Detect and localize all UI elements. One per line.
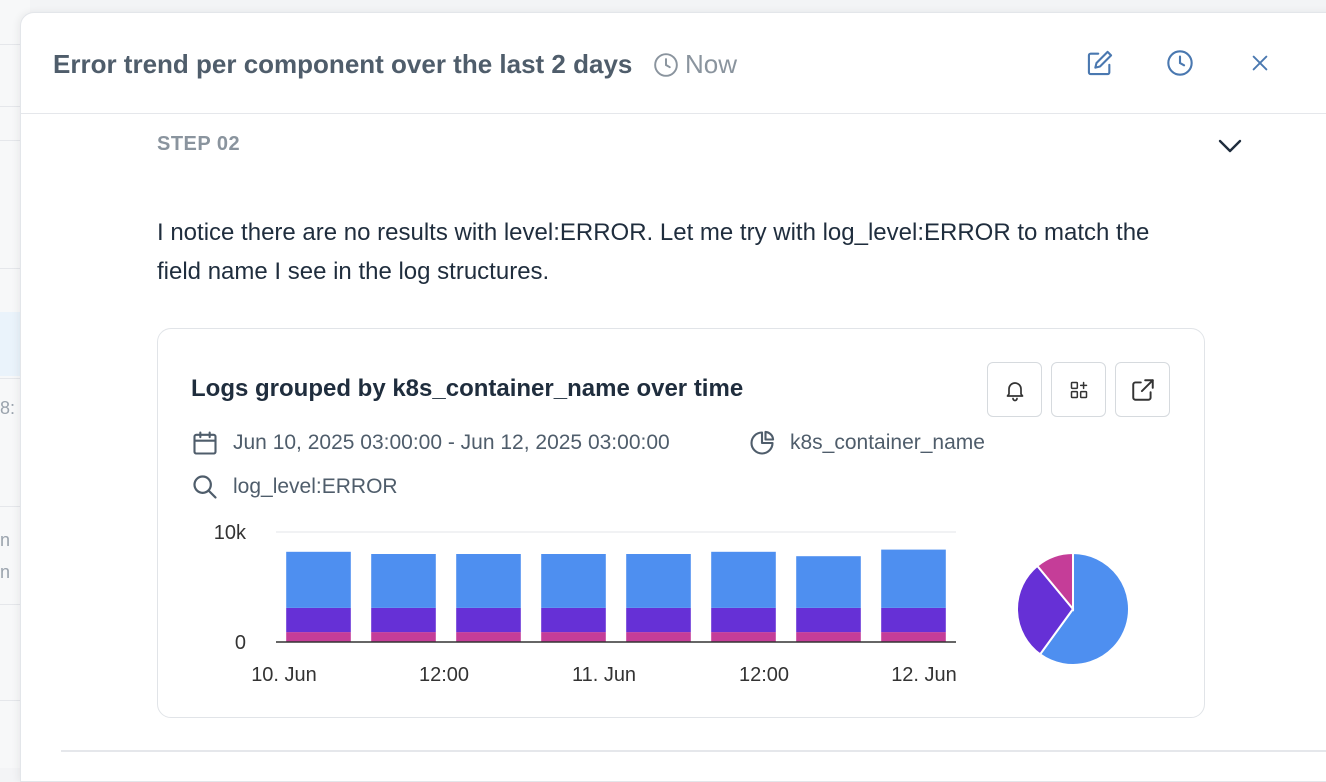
- bar-segment: [881, 632, 946, 642]
- collapse-step-button[interactable]: [1215, 135, 1245, 162]
- close-button[interactable]: [1244, 47, 1276, 79]
- pie-chart-icon: [750, 430, 775, 455]
- x-tick-label: 12:00: [419, 664, 469, 686]
- bar-segment: [626, 607, 691, 633]
- group-by-meta: k8s_container_name: [748, 429, 985, 457]
- bar-segment: [626, 632, 691, 642]
- bell-icon: [1006, 381, 1023, 401]
- calendar-icon: [193, 431, 217, 455]
- y-tick-label: 0: [235, 632, 246, 654]
- query-detail-panel: Error trend per component over the last …: [20, 12, 1326, 782]
- bar-segment: [456, 632, 521, 642]
- query-meta: log_level:ERROR: [191, 473, 398, 501]
- bar-segment: [371, 607, 436, 633]
- section-divider: [61, 750, 1326, 752]
- bar-segment: [541, 607, 606, 633]
- dashboard-add-icon: [1070, 381, 1087, 398]
- y-tick-label: 10k: [214, 522, 247, 544]
- card-title: Logs grouped by k8s_container_name over …: [191, 375, 744, 402]
- bar-segment: [541, 632, 606, 642]
- time-label: Now: [685, 49, 738, 79]
- bar-segment: [711, 632, 776, 642]
- bar-segment: [371, 632, 436, 642]
- bar-segment: [456, 554, 521, 608]
- bar-segment: [541, 554, 606, 608]
- x-tick-label: 11. Jun: [572, 664, 636, 686]
- panel-header: Error trend per component over the last …: [21, 13, 1326, 114]
- create-alert-button[interactable]: [987, 362, 1042, 417]
- group-by-field: k8s_container_name: [790, 431, 985, 454]
- edit-button[interactable]: [1084, 47, 1116, 79]
- bar-segment: [711, 551, 776, 608]
- close-icon: [1252, 55, 1268, 71]
- time-indicator: Now: [653, 49, 737, 80]
- bar-segment: [796, 607, 861, 633]
- bar-segment: [796, 632, 861, 642]
- bar-segment: [286, 632, 351, 642]
- clock-icon: [654, 52, 678, 77]
- logs-chart: 0 10k 10. Jun 12:00 11. Jun 12:00 12. Jun: [214, 522, 1130, 686]
- bar-segment: [626, 554, 691, 608]
- date-range-meta: Jun 10, 2025 03:00:00 - Jun 12, 2025 03:…: [191, 429, 670, 457]
- bar-segment: [286, 607, 351, 633]
- chevron-down-icon: [1218, 139, 1242, 153]
- x-tick-label: 12:00: [739, 664, 789, 686]
- bar-segment: [371, 554, 436, 608]
- external-link-icon: [1131, 378, 1154, 401]
- bar-segment: [286, 551, 351, 608]
- step-message: I notice there are no results with level…: [157, 219, 1150, 285]
- logs-chart-card: Logs grouped by k8s_container_name over …: [157, 328, 1205, 718]
- bar-segment: [881, 549, 946, 608]
- bar-segment: [456, 607, 521, 633]
- date-range: Jun 10, 2025 03:00:00 - Jun 12, 2025 03:…: [233, 431, 670, 454]
- add-to-dashboard-button[interactable]: [1051, 362, 1106, 417]
- bar-segment: [711, 607, 776, 633]
- bar-segment: [881, 607, 946, 633]
- panel-title: Error trend per component over the last …: [53, 49, 633, 79]
- bar-segment: [796, 556, 861, 608]
- step-label: STEP 02: [157, 133, 241, 155]
- history-button[interactable]: [1164, 47, 1196, 79]
- edit-icon: [1087, 50, 1113, 76]
- open-external-button[interactable]: [1115, 362, 1170, 417]
- x-tick-label: 12. Jun: [891, 664, 957, 686]
- clock-icon: [1167, 50, 1193, 76]
- search-icon: [193, 475, 217, 499]
- x-tick-label: 10. Jun: [251, 664, 317, 686]
- query-text: log_level:ERROR: [233, 475, 398, 498]
